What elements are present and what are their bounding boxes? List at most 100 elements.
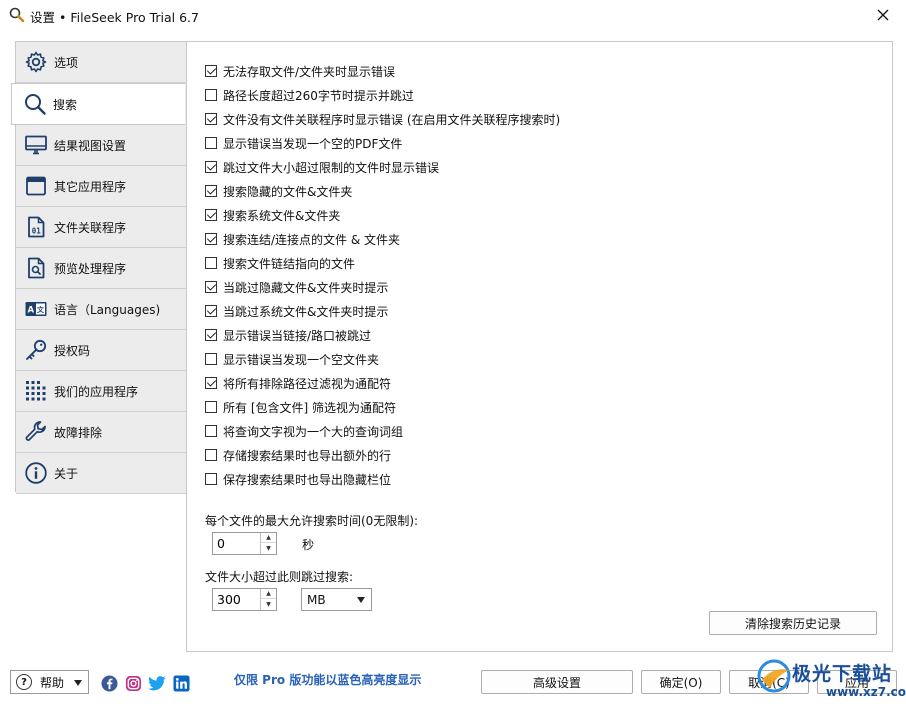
option-size-limit-error[interactable]: 跳过文件大小超过限制的文件时显示错误 [205,158,439,176]
option-notify-skip-hidden[interactable]: 当跳过隐藏文件&文件夹时提示 [205,278,388,296]
window-title: 设置 • FileSeek Pro Trial 6.7 [30,10,199,25]
sidebar-item-label: 关于 [54,466,79,481]
checkbox[interactable] [205,305,217,317]
svg-text:01: 01 [32,227,42,236]
option-label: 存储搜索结果时也导出额外的行 [223,448,392,463]
increment-arrow-icon[interactable]: ▲ [261,533,276,543]
option-label: 无法存取文件/文件夹时显示错误 [223,64,396,79]
checkbox[interactable] [205,449,217,461]
option-export-hidden-columns[interactable]: 保存搜索结果时也导出隐藏栏位 [205,470,391,488]
settings-sidebar: 选项 搜索 结果视图设置 其它应用程序 01 文件关联程序 预览处理程序 A文 [11,41,187,494]
sidebar-item-search[interactable]: 搜索 [11,83,185,125]
option-export-extra-lines[interactable]: 存储搜索结果时也导出额外的行 [205,446,391,464]
option-include-wildcard[interactable]: 所有 [包含文件] 筛选视为通配符 [205,398,396,416]
checkbox[interactable] [205,113,217,125]
time-limit-stepper[interactable]: ▲ ▼ [212,532,277,555]
option-show-access-error[interactable]: 无法存取文件/文件夹时显示错误 [205,62,395,80]
key-icon [24,338,48,362]
title-bar: 设置 • FileSeek Pro Trial 6.7 [0,0,906,30]
checkbox[interactable] [205,377,217,389]
option-exclude-wildcard[interactable]: 将所有排除路径过滤视为通配符 [205,374,391,392]
cancel-button[interactable]: 取消(C) [729,670,809,694]
checkbox[interactable] [205,161,217,173]
checkbox[interactable] [205,257,217,269]
size-limit-stepper[interactable]: ▲ ▼ [212,588,277,611]
advanced-settings-button[interactable]: 高级设置 [481,670,633,694]
sidebar-item-label: 搜索 [53,97,78,112]
option-query-as-phrase[interactable]: 将查询文字视为一个大的查询词组 [205,422,403,440]
option-skip-long-path[interactable]: 路径长度超过260字节时提示并跳过 [205,86,414,104]
checkbox[interactable] [205,137,217,149]
option-notify-skip-system[interactable]: 当跳过系统文件&文件夹时提示 [205,302,388,320]
magnifier-app-icon [8,6,26,24]
size-unit-select[interactable]: MB [301,588,372,611]
wrench-icon [24,420,48,444]
option-empty-pdf-error[interactable]: 显示错误当发现一个空的PDF文件 [205,134,402,152]
sidebar-item-result-view[interactable]: 结果视图设置 [16,125,186,166]
option-label: 保存搜索结果时也导出隐藏栏位 [223,472,392,487]
decrement-arrow-icon[interactable]: ▼ [261,543,276,553]
decrement-arrow-icon[interactable]: ▼ [261,599,276,609]
sidebar-item-troubleshooting[interactable]: 故障排除 [16,412,186,453]
chevron-down-icon [357,597,365,603]
increment-arrow-icon[interactable]: ▲ [261,589,276,599]
option-search-system[interactable]: 搜索系统文件&文件夹 [205,206,340,224]
checkbox[interactable] [205,425,217,437]
sidebar-item-preview-handlers[interactable]: 预览处理程序 [16,248,186,289]
ok-button[interactable]: 确定(O) [641,670,721,694]
sidebar-item-label: 结果视图设置 [54,138,127,153]
checkbox[interactable] [205,185,217,197]
clear-search-history-button[interactable]: 清除搜索历史记录 [709,611,877,635]
option-label: 文件没有文件关联程序时显示错误 (在启用文件关联程序搜索时) [223,112,561,127]
sidebar-item-label: 故障排除 [54,425,103,440]
option-label: 显示错误当发现一个空的PDF文件 [223,136,403,151]
sidebar-item-label: 预览处理程序 [54,261,127,276]
checkbox[interactable] [205,329,217,341]
checkbox[interactable] [205,89,217,101]
twitter-icon[interactable] [148,674,166,692]
option-empty-folder-error[interactable]: 显示错误当发现一个空文件夹 [205,350,379,368]
checkbox[interactable] [205,209,217,221]
facebook-icon[interactable] [100,674,118,692]
time-limit-input[interactable] [213,533,261,554]
sidebar-item-other-apps[interactable]: 其它应用程序 [16,166,186,207]
checkbox[interactable] [205,401,217,413]
search-settings-panel: 无法存取文件/文件夹时显示错误 路径长度超过260字节时提示并跳过 文件没有文件… [186,41,893,652]
checkbox[interactable] [205,65,217,77]
sidebar-item-label: 语言（Languages) [54,302,161,317]
checkbox[interactable] [205,233,217,245]
pro-features-note: 仅限 Pro 版功能以蓝色高亮度显示 [234,673,422,687]
sidebar-item-label: 我们的应用程序 [54,384,139,399]
close-window-icon[interactable] [860,0,906,30]
sidebar-item-options[interactable]: 选项 [16,42,186,83]
sidebar-item-license[interactable]: 授权码 [16,330,186,371]
option-no-association-error[interactable]: 文件没有文件关联程序时显示错误 (在启用文件关联程序搜索时) [205,110,560,128]
sidebar-item-about[interactable]: 关于 [16,453,186,494]
help-dropdown[interactable]: ? 帮助 [10,670,89,694]
chevron-down-icon [74,680,82,686]
sidebar-item-our-apps[interactable]: 我们的应用程序 [16,371,186,412]
svg-text:文: 文 [37,305,45,314]
option-search-link-targets[interactable]: 搜索文件链结指向的文件 [205,254,355,272]
size-limit-input[interactable] [213,589,261,610]
checkbox[interactable] [205,473,217,485]
option-search-junctions[interactable]: 搜索连结/连接点的文件 & 文件夹 [205,230,400,248]
apply-button[interactable]: 应用 [817,670,897,694]
option-search-hidden[interactable]: 搜索隐藏的文件&文件夹 [205,182,352,200]
linkedin-icon[interactable] [172,674,190,692]
size-limit-label: 文件大小超过此则跳过搜索: [205,570,354,584]
option-label: 路径长度超过260字节时提示并跳过 [223,88,414,103]
option-label: 当跳过隐藏文件&文件夹时提示 [223,280,389,295]
gear-icon [24,50,48,74]
sidebar-item-languages[interactable]: A文 语言（Languages) [16,289,186,330]
checkbox[interactable] [205,281,217,293]
stepper-arrows: ▲ ▼ [260,589,276,610]
sidebar-item-label: 文件关联程序 [54,220,127,235]
instagram-icon[interactable] [124,674,142,692]
checkbox[interactable] [205,353,217,365]
monitor-icon [24,133,48,157]
window-icon [24,174,48,198]
option-junction-skipped-error[interactable]: 显示错误当链接/路口被跳过 [205,326,371,344]
sidebar-item-file-associations[interactable]: 01 文件关联程序 [16,207,186,248]
size-unit-value: MB [307,592,326,607]
